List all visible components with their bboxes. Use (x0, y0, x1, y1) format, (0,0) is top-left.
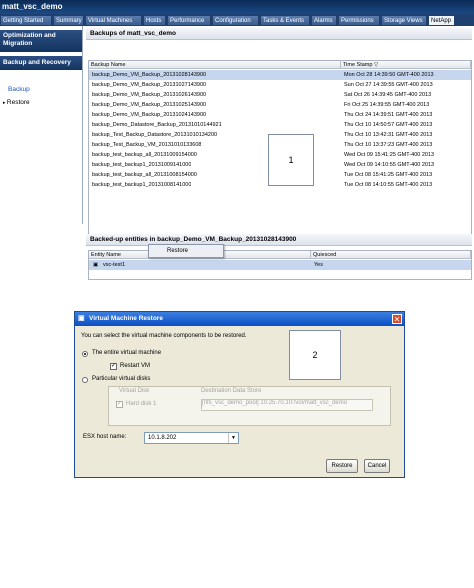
tab-getting-started[interactable]: Getting Started (0, 15, 52, 26)
close-icon[interactable]: ✕ (392, 314, 402, 324)
cancel-button[interactable]: Cancel (364, 459, 390, 473)
tab-configuration[interactable]: Configuration (212, 15, 259, 26)
tab-performance[interactable]: Performance (167, 15, 211, 26)
label-particular-disks: Particular virtual disks (92, 376, 151, 382)
backup-name: backup_Demo_VM_Backup_20131025143900 (92, 102, 207, 108)
callout-1: 1 (268, 134, 314, 186)
backup-name: backup_Test_Backup_Datastore_20131010134… (92, 132, 218, 138)
backup-name: backup_Demo_VM_Backup_20131026143900 (92, 92, 207, 98)
backup-timestamp: Wed Oct 09 14:10:55 GMT-400 2013 (344, 162, 435, 168)
backup-name: backup_Demo_Datastore_Backup_20131010144… (92, 122, 222, 128)
checkbox-restart-vm[interactable]: ✓ (110, 363, 117, 370)
tab-netapp[interactable]: NetApp (428, 15, 455, 26)
entities-title: Backed-up entities in backup_Demo_VM_Bac… (86, 234, 472, 246)
backup-name: backup_Test_Backup_VM_20131010133608 (92, 142, 202, 148)
backup-name: backup_Demo_VM_Backup_20131024143900 (92, 112, 207, 118)
radio-particular-disks[interactable] (82, 377, 88, 383)
callout-2: 2 (289, 330, 341, 380)
tab-permissions[interactable]: Permissions (338, 15, 380, 26)
tab-hosts[interactable]: Hosts (143, 15, 166, 26)
dialog-instruction: You can select the virtual machine compo… (81, 333, 247, 339)
backup-timestamp: Tue Oct 08 15:41:25 GMT-400 2013 (344, 172, 433, 178)
sidebar-heading-backup-recovery[interactable]: Backup and Recovery (0, 56, 82, 70)
context-menu: Restore (148, 244, 224, 258)
backup-timestamp: Thu Oct 10 13:42:31 GMT-400 2013 (344, 132, 433, 138)
backup-name: backup_test_backup1_20131008141000 (92, 182, 192, 188)
datastore-select[interactable]: [nfs_vsc_demo_pool] 10.25.70.10:/vol/mat… (201, 399, 373, 411)
backup-timestamp: Sun Oct 27 14:39:55 GMT-400 2013 (344, 82, 433, 88)
vm-icon: ▣ (93, 262, 99, 268)
esx-host-combobox[interactable]: 10.1.8.202 ▼ (144, 432, 239, 444)
table-row[interactable]: backup_Demo_VM_Backup_20131027143900 Sun … (89, 80, 471, 90)
sidebar-item-restore: Restore (6, 99, 30, 106)
sidebar-heading-optimization[interactable]: Optimization and Migration (0, 30, 82, 52)
table-row[interactable]: backup_Demo_VM_Backup_20131028143900 Mon … (89, 70, 471, 80)
chevron-down-icon[interactable]: ▼ (228, 433, 238, 443)
table-row[interactable]: backup_Demo_VM_Backup_20131025143900 Fri … (89, 100, 471, 110)
entities-table: Entity Name Quiesced ▣ vsc-test1 Yes (88, 250, 472, 280)
column-virtual-disk: Virtual Disk (119, 388, 150, 394)
backup-timestamp: Thu Oct 10 13:37:23 GMT-400 2013 (344, 142, 433, 148)
label-entire-vm: The entire virtual machine (92, 350, 162, 356)
column-quiesced[interactable]: Quiesced (311, 251, 471, 259)
tab-summary[interactable]: Summary (53, 15, 84, 26)
backup-name: backup_test_backup1_20131009141000 (92, 162, 192, 168)
table-row[interactable]: backup_Demo_VM_Backup_20131026143900 Sat … (89, 90, 471, 100)
disk-name: Hard disk 1 (126, 401, 157, 407)
esx-host-label: ESX host name: (83, 434, 127, 440)
tab-alarms[interactable]: Alarms (311, 15, 337, 26)
tab-bar: Getting Started Summary Virtual Machines… (0, 14, 474, 26)
backup-name: backup_Demo_VM_Backup_20131028143900 (92, 72, 207, 78)
column-destination-datastore: Destination Data Store (201, 388, 262, 394)
entity-row[interactable]: ▣ vsc-test1 Yes (89, 260, 471, 270)
backup-timestamp: Mon Oct 28 14:39:50 GMT-400 2013 (344, 72, 434, 78)
context-menu-restore[interactable]: Restore (167, 245, 188, 257)
sort-desc-icon: ▽ (373, 62, 379, 68)
checkbox-hard-disk[interactable]: ✓ (116, 401, 123, 408)
backups-title: Backups of matt_vsc_demo (86, 28, 472, 40)
esx-host-value: 10.1.8.202 (148, 435, 177, 441)
column-backup-name[interactable]: Backup Name (89, 61, 341, 69)
table-row[interactable]: backup_Demo_VM_Backup_20131024143900 Thu … (89, 110, 471, 120)
vm-icon: ▣ (78, 315, 85, 322)
backup-timestamp: Thu Oct 24 14:39:51 GMT-400 2013 (344, 112, 433, 118)
table-row[interactable]: backup_Demo_Datastore_Backup_20131010144… (89, 120, 471, 130)
label-restart-vm: Restart VM (120, 363, 151, 369)
backup-name: backup_Demo_VM_Backup_20131027143900 (92, 82, 207, 88)
backup-timestamp: Fri Oct 25 14:39:55 GMT-400 2013 (344, 102, 430, 108)
backup-timestamp: Tue Oct 08 14:10:55 GMT-400 2013 (344, 182, 433, 188)
backup-timestamp: Wed Oct 09 15:41:25 GMT-400 2013 (344, 152, 435, 158)
backup-name: backup_test_backup_all_20131008154000 (92, 172, 197, 178)
column-time-stamp[interactable]: Time Stamp ▽ (341, 61, 471, 69)
sidebar-item-restore-row[interactable]: ▸ Restore (3, 99, 30, 106)
sidebar-item-backup[interactable]: Backup (8, 86, 30, 93)
backup-timestamp: Thu Oct 10 14:50:57 GMT-400 2013 (344, 122, 433, 128)
disk-table: Virtual Disk Destination Data Store ✓ Ha… (108, 386, 391, 426)
backup-timestamp: Sat Oct 26 14:39:45 GMT-400 2013 (344, 92, 432, 98)
restore-button[interactable]: Restore (326, 459, 358, 473)
tab-tasks-events[interactable]: Tasks & Events (260, 15, 310, 26)
tab-virtual-machines[interactable]: Virtual Machines (85, 15, 142, 26)
window-title: matt_vsc_demo (0, 0, 474, 14)
entity-name: vsc-test1 (103, 262, 126, 268)
main-panel: Backups of matt_vsc_demo Backup Name Tim… (86, 26, 474, 280)
sidebar: Optimization and Migration Backup and Re… (0, 26, 83, 224)
dialog-title: ▣ Virtual Machine Restore (75, 312, 404, 326)
tab-storage-views[interactable]: Storage Views (381, 15, 427, 26)
vm-restore-dialog: ▣ Virtual Machine Restore ✕ You can sele… (74, 311, 405, 478)
entity-quiesced: Yes (314, 262, 323, 268)
radio-entire-vm[interactable] (82, 351, 88, 357)
backup-name: backup_test_backup_all_20131009154000 (92, 152, 197, 158)
